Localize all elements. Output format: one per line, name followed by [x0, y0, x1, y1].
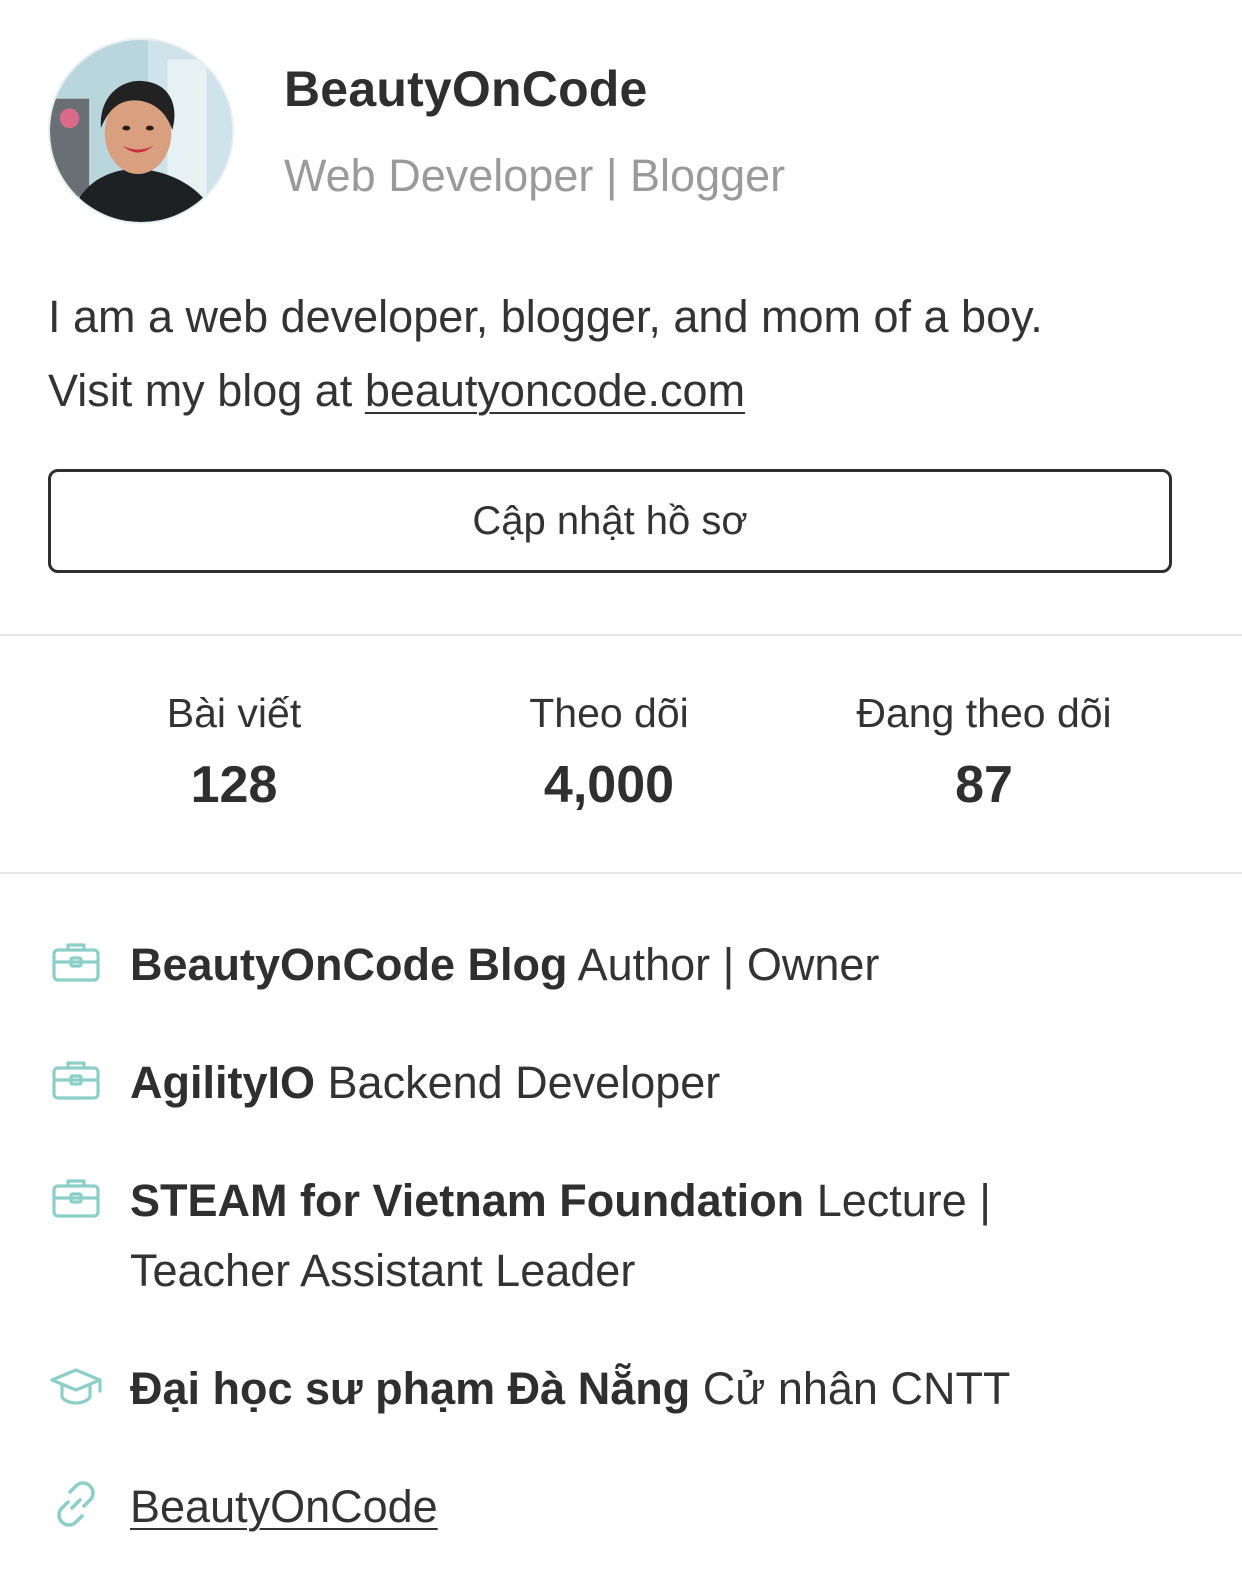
profile-bio: I am a web developer, blogger, and mom o…	[48, 280, 1198, 428]
link-icon	[48, 1476, 104, 1532]
stat-posts[interactable]: Bài viết 128	[74, 690, 394, 815]
stat-value: 128	[190, 756, 278, 814]
work-role: Author | Owner	[577, 939, 880, 990]
bio-line-2-prefix: Visit my blog at	[48, 365, 365, 416]
profile-name: BeautyOnCode	[284, 61, 648, 117]
education-degree: Cử nhân CNTT	[702, 1363, 1011, 1414]
stat-value: 87	[955, 756, 1013, 814]
profile-header: BeautyOnCode Web Developer | Blogger	[48, 38, 1198, 228]
stat-following[interactable]: Đang theo dõi 87	[824, 690, 1144, 815]
edit-profile-button[interactable]: Cập nhật hồ sơ	[48, 469, 1172, 573]
education-school[interactable]: Đại học sư phạm Đà Nẵng	[130, 1363, 690, 1414]
work-text: AgilityIO Backend Developer	[130, 1048, 1130, 1118]
divider	[0, 872, 1242, 874]
blog-link[interactable]: beautyoncode.com	[365, 365, 745, 416]
graduation-cap-icon	[48, 1358, 104, 1414]
work-org[interactable]: STEAM for Vietnam Foundation	[130, 1175, 804, 1226]
education-text: Đại học sư phạm Đà Nẵng Cử nhân CNTT	[130, 1354, 1130, 1424]
website-text: BeautyOnCode	[130, 1472, 1130, 1542]
work-text: BeautyOnCode Blog Author | Owner	[130, 930, 1130, 1000]
briefcase-icon	[48, 1170, 104, 1226]
work-role: Backend Developer	[327, 1057, 721, 1108]
website-link[interactable]: BeautyOnCode	[130, 1481, 438, 1532]
stat-value: 4,000	[543, 756, 675, 814]
stat-followers[interactable]: Theo dõi 4,000	[449, 690, 769, 815]
avatar[interactable]	[48, 38, 234, 224]
divider	[0, 634, 1242, 636]
profile-stats: Bài viết 128 Theo dõi 4,000 Đang theo dõ…	[0, 690, 1242, 830]
work-org[interactable]: BeautyOnCode Blog	[130, 939, 568, 990]
bio-line-2: Visit my blog at beautyoncode.com	[48, 354, 1198, 428]
work-org[interactable]: AgilityIO	[130, 1057, 315, 1108]
briefcase-icon	[48, 1052, 104, 1108]
stat-label: Bài viết	[166, 690, 302, 736]
profile-headline: Web Developer | Blogger	[284, 150, 786, 201]
stat-label: Theo dõi	[529, 690, 689, 736]
stat-label: Đang theo dõi	[856, 690, 1112, 736]
briefcase-icon	[48, 934, 104, 990]
work-text: STEAM for Vietnam Foundation Lecture | T…	[130, 1166, 1030, 1306]
bio-line-1: I am a web developer, blogger, and mom o…	[48, 291, 1043, 342]
